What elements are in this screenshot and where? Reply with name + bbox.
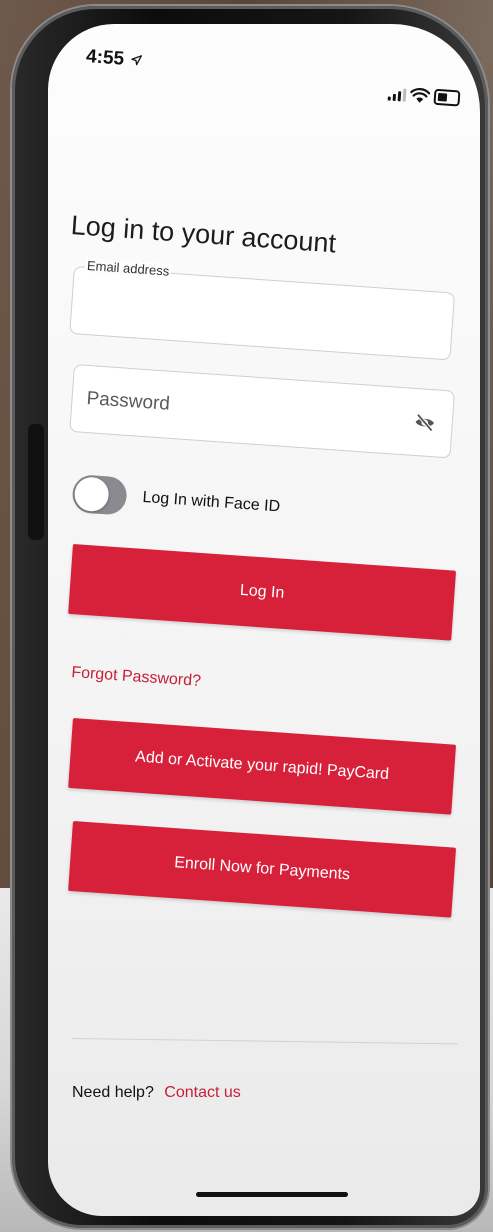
footer-divider xyxy=(71,1038,458,1045)
forgot-password-link[interactable]: Forgot Password? xyxy=(71,664,202,691)
face-id-label: Log In with Face ID xyxy=(141,488,281,516)
enroll-payments-button[interactable]: Enroll Now for Payments xyxy=(68,821,457,918)
location-arrow-icon xyxy=(131,55,143,66)
battery-icon xyxy=(433,88,461,107)
email-field-label: Email address xyxy=(84,257,172,279)
status-time: 4:55 xyxy=(85,46,143,72)
eye-off-icon[interactable] xyxy=(413,411,436,434)
wifi-icon xyxy=(410,87,431,103)
login-button[interactable]: Log In xyxy=(68,544,457,641)
phone-screen: 4:55 Log in to your account Email addres… xyxy=(48,24,480,1216)
password-field[interactable]: Password xyxy=(69,364,456,459)
signal-icon xyxy=(387,87,407,102)
phone-side-button xyxy=(28,424,44,540)
page-title: Log in to your account xyxy=(69,210,338,259)
status-icons xyxy=(387,86,461,107)
need-help-text: Need help? xyxy=(72,1084,154,1101)
add-activate-paycard-button[interactable]: Add or Activate your rapid! PayCard xyxy=(68,718,457,815)
face-id-row: Log In with Face ID xyxy=(71,474,281,526)
password-placeholder: Password xyxy=(85,387,171,415)
home-indicator[interactable] xyxy=(196,1192,348,1197)
help-row: Need help? Contact us xyxy=(72,1084,241,1102)
email-field[interactable]: Email address xyxy=(69,257,456,361)
contact-us-link[interactable]: Contact us xyxy=(164,1084,240,1101)
toggle-knob xyxy=(73,476,110,513)
face-id-toggle[interactable] xyxy=(71,474,128,516)
